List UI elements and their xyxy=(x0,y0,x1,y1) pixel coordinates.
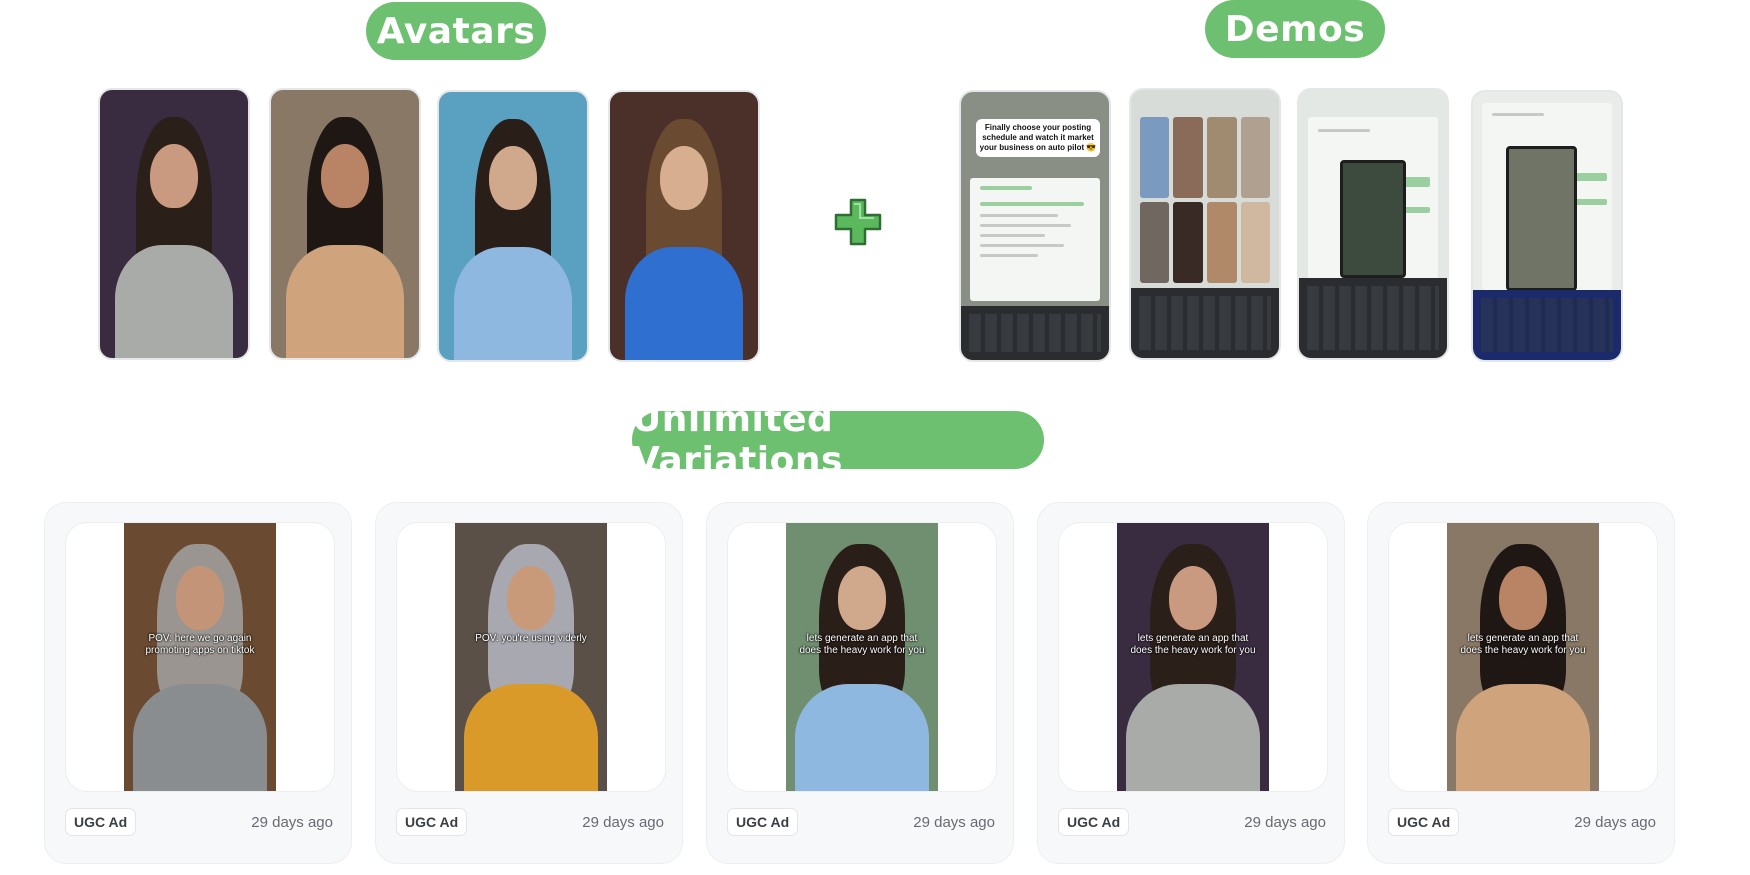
demo-thumbnail[interactable] xyxy=(1297,88,1449,360)
avatars-heading: Avatars xyxy=(366,2,546,60)
card-timestamp: 29 days ago xyxy=(251,814,333,831)
card-preview: lets generate an app that does the heavy… xyxy=(1058,522,1328,792)
ugc-ad-badge: UGC Ad xyxy=(65,808,137,836)
unlimited-variations-heading: Unlimited Variations xyxy=(632,399,1044,481)
ugc-ad-card[interactable]: POV: you're using viderly UGC Ad 29 days… xyxy=(375,502,683,864)
ugc-ad-badge: UGC Ad xyxy=(1058,808,1130,836)
ugc-ad-card[interactable]: lets generate an app that does the heavy… xyxy=(706,502,1014,864)
ugc-ad-badge: UGC Ad xyxy=(1388,808,1460,836)
video-caption: lets generate an app that does the heavy… xyxy=(1460,632,1586,656)
card-preview: POV: here we go again promoting apps on … xyxy=(65,522,335,792)
card-preview: lets generate an app that does the heavy… xyxy=(727,522,997,792)
card-timestamp: 29 days ago xyxy=(582,814,664,831)
demo-thumbnail[interactable] xyxy=(1471,90,1623,362)
demo-caption: Finally choose your posting schedule and… xyxy=(975,118,1101,157)
card-preview: lets generate an app that does the heavy… xyxy=(1388,522,1658,792)
demo-video-preview xyxy=(1505,145,1577,291)
demo-screen xyxy=(969,177,1101,302)
card-video[interactable]: lets generate an app that does the heavy… xyxy=(786,523,938,791)
ugc-ad-card[interactable]: POV: here we go again promoting apps on … xyxy=(44,502,352,864)
card-video[interactable]: lets generate an app that does the heavy… xyxy=(1447,523,1599,791)
demo-thumbnail[interactable]: Finally choose your posting schedule and… xyxy=(959,90,1111,362)
avatar-thumbnail[interactable] xyxy=(98,88,250,360)
ugc-ad-card[interactable]: lets generate an app that does the heavy… xyxy=(1367,502,1675,864)
card-video[interactable]: lets generate an app that does the heavy… xyxy=(1117,523,1269,791)
demo-thumbnail[interactable] xyxy=(1129,88,1281,360)
demos-heading: Demos xyxy=(1205,0,1385,58)
avatar-thumbnail[interactable] xyxy=(437,90,589,362)
video-caption: lets generate an app that does the heavy… xyxy=(1130,632,1256,656)
card-timestamp: 29 days ago xyxy=(1244,814,1326,831)
card-video[interactable]: POV: you're using viderly xyxy=(455,523,607,791)
video-caption: POV: here we go again promoting apps on … xyxy=(145,632,255,656)
avatar-thumbnail[interactable] xyxy=(269,88,421,360)
avatar-thumbnail[interactable] xyxy=(608,90,760,362)
card-timestamp: 29 days ago xyxy=(913,814,995,831)
demo-video-preview xyxy=(1340,159,1406,279)
video-caption: lets generate an app that does the heavy… xyxy=(799,632,925,656)
ugc-ad-card[interactable]: lets generate an app that does the heavy… xyxy=(1037,502,1345,864)
demo-avatar-grid xyxy=(1139,116,1271,283)
card-timestamp: 29 days ago xyxy=(1574,814,1656,831)
card-video[interactable]: POV: here we go again promoting apps on … xyxy=(124,523,276,791)
plus-icon xyxy=(834,198,882,246)
ugc-ad-badge: UGC Ad xyxy=(396,808,468,836)
card-preview: POV: you're using viderly xyxy=(396,522,666,792)
video-caption: POV: you're using viderly xyxy=(475,632,587,644)
ugc-ad-badge: UGC Ad xyxy=(727,808,799,836)
